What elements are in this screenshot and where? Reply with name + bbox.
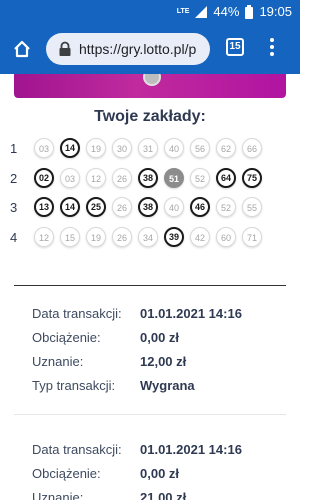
number-ball: 03 [60,168,80,188]
bet-row-number: 1 [10,141,18,156]
credit-label: Uznanie: [32,354,84,369]
matched-number-ball: 13 [34,197,54,217]
section-divider [14,285,286,286]
bets-title: Twoje zakłady: [94,108,206,125]
date-value: 01.01.2021 14:16 [140,306,242,321]
number-ball: 66 [242,138,262,158]
matched-number-ball: 38 [138,197,158,217]
number-balls: 03 14 19 30 31 40 56 62 66 [34,138,268,158]
browser-toolbar: https://gry.lotto.pl/p 15 [0,24,300,74]
address-bar[interactable]: https://gry.lotto.pl/p [46,33,210,65]
number-ball: 26 [112,197,132,217]
tab-switcher-button[interactable]: 15 [226,38,244,56]
number-ball: 19 [86,138,106,158]
number-balls: 13 14 25 26 38 40 46 52 55 [34,197,268,217]
number-ball: 56 [190,138,210,158]
number-balls: 12 15 19 26 34 39 42 60 71 [34,227,268,247]
credit-value: 12,00 zł [140,354,187,369]
debit-value: 0,00 zł [140,330,180,345]
matched-number-ball: 39 [164,227,184,247]
battery-icon [245,4,254,19]
clock: 19:05 [259,4,292,19]
number-ball: 71 [242,227,262,247]
debit-label: Obciążenie: [32,466,101,481]
number-ball: 19 [86,227,106,247]
status-indicators: LTE 44% 19:05 [177,4,292,19]
date-label: Data transakcji: [32,306,122,321]
credit-label: Uznanie: [32,490,84,500]
transaction-divider [14,414,286,415]
matched-number-ball: 14 [60,138,80,158]
matched-number-ball: 25 [86,197,106,217]
lock-icon [59,41,71,56]
overflow-menu-icon[interactable] [268,38,276,60]
number-ball: 52 [216,197,236,217]
number-ball: 26 [112,168,132,188]
number-ball: 31 [138,138,158,158]
bet-row-number: 2 [10,171,18,186]
number-ball: 55 [242,197,262,217]
transaction-card: Data transakcji: 01.01.2021 14:16 Obciąże… [32,442,242,500]
status-bar: LTE 44% 19:05 [0,0,300,24]
date-label: Data transakcji: [32,442,122,457]
bet-row-number: 4 [10,230,18,245]
number-ball: 12 [86,168,106,188]
matched-number-ball: 38 [138,168,158,188]
bet-row-number: 3 [10,200,18,215]
number-ball: 03 [34,138,54,158]
page-content: Twoje zakłady: 1 03 14 19 30 31 40 56 62 66 2 02… [0,74,300,500]
number-ball: 30 [112,138,132,158]
url-text[interactable]: https://gry.lotto.pl/p [79,41,196,57]
type-value: Wygrana [140,378,195,393]
transaction-card: Data transakcji: 01.01.2021 14:16 Obciąże… [32,306,242,402]
debit-value: 0,00 zł [140,466,180,481]
number-balls: 02 03 12 26 38 51 52 64 75 [34,168,268,188]
number-ball: 62 [216,138,236,158]
number-ball: 52 [190,168,210,188]
number-ball: 12 [34,227,54,247]
battery-percent: 44% [213,4,240,19]
signal-icon [195,5,208,18]
debit-label: Obciążenie: [32,330,101,345]
matched-number-ball: 14 [60,197,80,217]
matched-number-ball: 64 [216,168,236,188]
number-ball: 40 [164,138,184,158]
type-label: Typ transakcji: [32,378,116,393]
number-ball: 34 [138,227,158,247]
matched-number-ball: 02 [34,168,54,188]
home-icon[interactable] [12,39,32,59]
number-ball: 26 [112,227,132,247]
credit-value: 21,00 zł [140,490,187,500]
network-type: LTE [176,8,190,15]
number-ball: 60 [216,227,236,247]
number-ball: 15 [60,227,80,247]
drawn-number-ball: 51 [164,168,184,188]
matched-number-ball: 75 [242,168,262,188]
number-ball: 40 [164,197,184,217]
matched-number-ball: 46 [190,197,210,217]
date-value: 01.01.2021 14:16 [140,442,242,457]
number-ball: 42 [190,227,210,247]
